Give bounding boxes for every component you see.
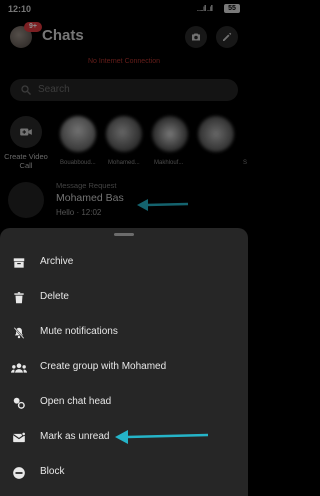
group-icon [10, 359, 28, 377]
menu-item-delete[interactable]: Delete [0, 281, 248, 315]
menu-item-label: Mark as unread [40, 431, 110, 442]
menu-item-label: Block [40, 466, 65, 477]
dim-overlay[interactable] [0, 0, 248, 228]
block-icon [10, 464, 28, 482]
menu-item-mute-notifications[interactable]: Mute notifications [0, 316, 248, 350]
mark-unread-icon [10, 429, 28, 447]
menu-item-label: Open chat head [40, 396, 112, 407]
chat-head-icon [10, 394, 28, 412]
menu-item-create-group[interactable]: Create group with Mohamed [0, 351, 248, 385]
menu-item-label: Create group with Mohamed [40, 361, 167, 372]
menu-item-label: Delete [40, 291, 69, 302]
menu-item-label: Mute notifications [40, 326, 118, 337]
archive-icon [10, 254, 28, 272]
drag-handle[interactable] [114, 233, 134, 236]
menu-item-open-chat-head[interactable]: Open chat head [0, 386, 248, 420]
menu-item-archive[interactable]: Archive [0, 246, 248, 280]
menu-item-label: Archive [40, 256, 74, 267]
pointer-arrow-icon [115, 430, 209, 444]
bell-off-icon [10, 324, 28, 342]
menu-item-block[interactable]: Block [0, 456, 248, 490]
action-sheet: Archive Delete Mute notifications Create… [0, 228, 248, 496]
trash-icon [10, 289, 28, 307]
